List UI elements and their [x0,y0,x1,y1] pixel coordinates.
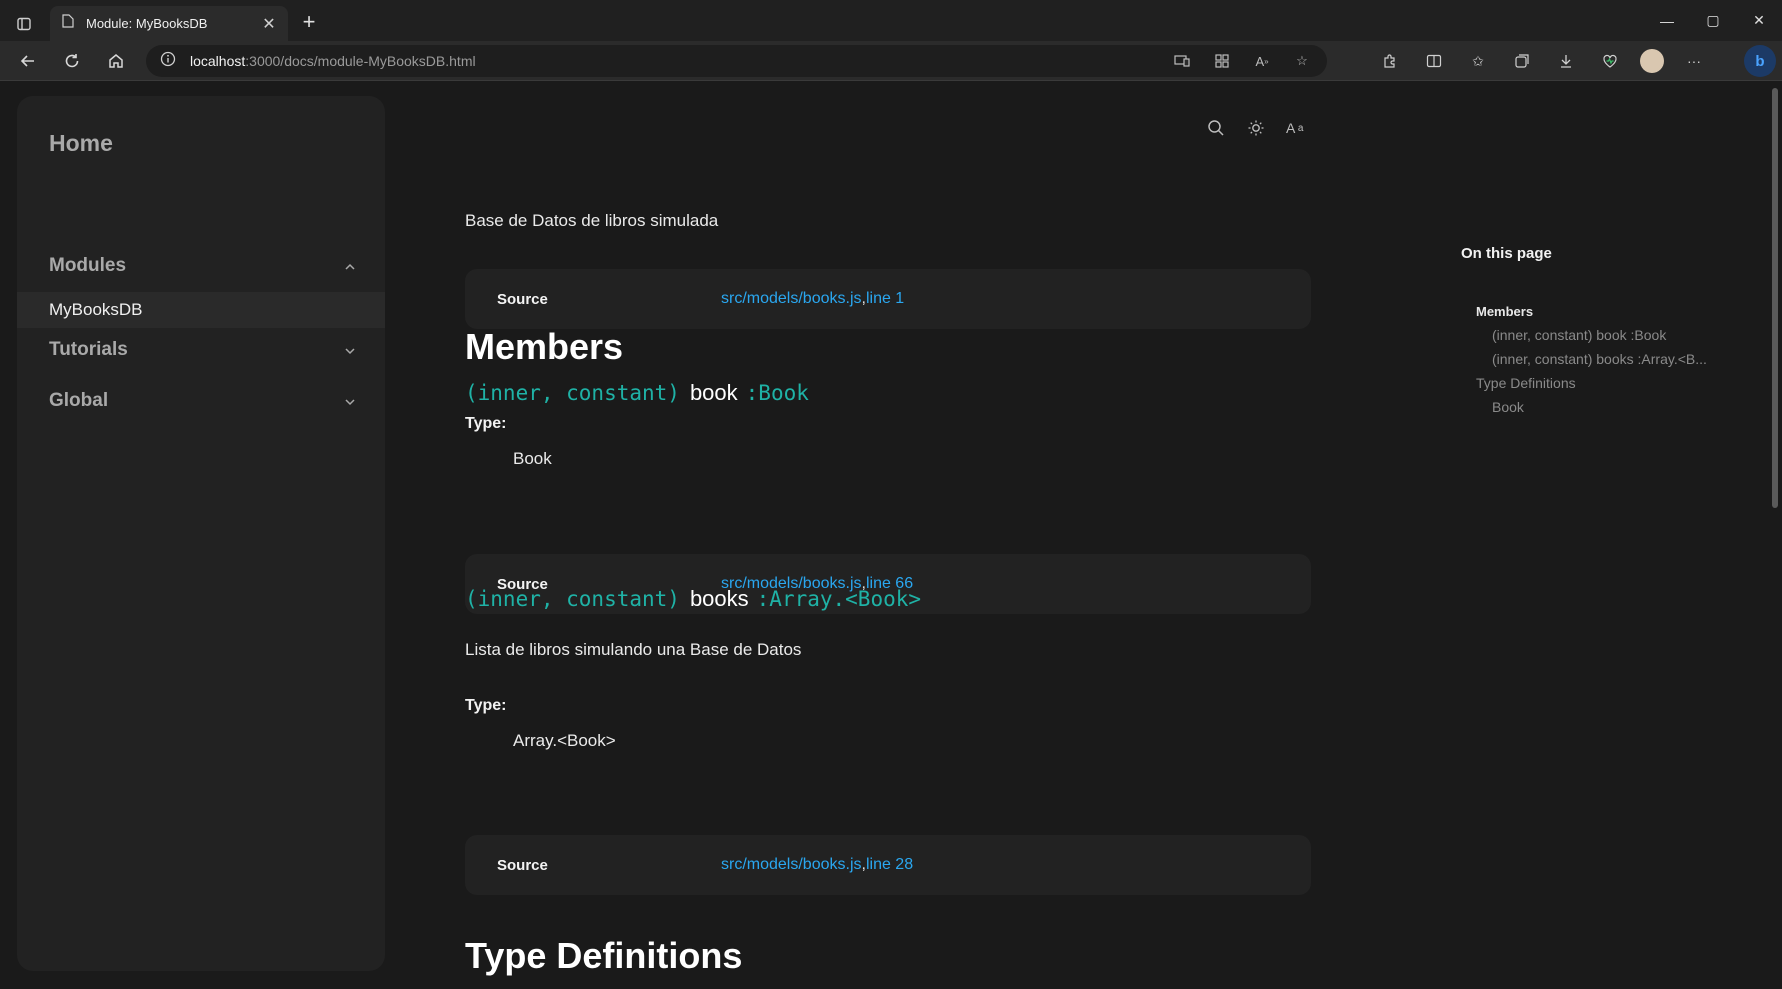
performance-icon[interactable] [1596,47,1624,75]
sidebar-section-tutorials[interactable]: Tutorials [49,335,359,365]
back-icon[interactable] [14,47,42,75]
member-signature-book: (inner, constant) book :Book [465,380,809,406]
sidebar-section-modules[interactable]: Modules [49,251,359,281]
member-description: Lista de libros simulando una Base de Da… [465,640,802,659]
type-value: Array.<Book> [513,731,616,750]
page-scrollbar[interactable] [1772,88,1778,508]
member-attrs: (inner, constant) [465,381,680,405]
new-tab-icon[interactable]: + [296,10,322,36]
downloads-icon[interactable] [1552,47,1580,75]
section-label: Global [49,390,109,411]
window-controls: — ▢ ✕ [1644,0,1782,41]
source-line-link[interactable]: line 28 [866,856,913,873]
section-label: Modules [49,255,127,276]
member-attrs: (inner, constant) [465,587,680,611]
toc-item-book[interactable]: (inner, constant) book :Book [1492,327,1737,343]
collections-icon[interactable] [1508,47,1536,75]
chevron-down-icon [341,394,359,409]
font-size-icon[interactable]: Aa [1286,118,1306,138]
toc-item-books[interactable]: (inner, constant) books :Array.<B... [1492,351,1737,367]
url-host: localhost [190,53,246,69]
sidebar-item-mybooksdb[interactable]: MyBooksDB [17,292,385,328]
member-type-signature: :Book [745,381,809,405]
source-label: Source [497,856,548,874]
type-value: Book [513,449,552,468]
browser-tab[interactable]: Module: MyBooksDB ✕ [50,6,288,41]
source-links: src/models/books.js,line 28 [721,856,913,874]
split-screen-icon[interactable] [1420,47,1448,75]
member-source-box: Source src/models/books.js,line 28 [465,835,1311,895]
toc-item-members[interactable]: Members [1476,304,1533,319]
type-definitions-heading: Type Definitions [465,935,743,976]
docs-page: Home Modules MyBooksDB Tutorials Global [0,82,1782,989]
read-aloud-icon[interactable]: A» [1249,48,1275,74]
favorite-icon[interactable]: ☆ [1289,48,1315,74]
url-path: :3000/docs/module-MyBooksDB.html [245,53,476,69]
member-type-signature: :Array.<Book> [756,587,922,611]
favorites-icon[interactable]: ✩ [1464,47,1492,75]
type-label: Type: [465,697,507,714]
sidebar-section-global[interactable]: Global [49,386,359,416]
apps-icon[interactable] [1209,48,1235,74]
chevron-up-icon [341,259,359,274]
member-name: book [689,380,738,405]
type-label: Type: [465,415,507,432]
module-description: Base de Datos de libros simulada [465,211,719,230]
page-tools: Aa [1206,118,1306,138]
theme-toggle-icon[interactable] [1246,118,1266,138]
module-source-box: Source src/models/books.js,line 1 [465,269,1311,329]
close-window-icon[interactable]: ✕ [1736,0,1782,41]
copilot-icon[interactable]: b [1744,45,1776,77]
home-icon[interactable] [102,47,130,75]
browser-toolbar: localhost:3000/docs/module-MyBooksDB.htm… [0,41,1782,81]
section-label: Tutorials [49,339,128,360]
device-icon[interactable] [1169,48,1195,74]
info-icon[interactable] [160,51,176,72]
source-file-link[interactable]: src/models/books.js [721,290,862,307]
source-label: Source [497,290,548,308]
refresh-icon[interactable] [58,47,86,75]
tab-actions-icon[interactable] [10,10,38,38]
source-file-link[interactable]: src/models/books.js [721,856,862,873]
search-icon[interactable] [1206,118,1226,138]
page-icon [62,14,74,33]
source-line-link[interactable]: line 1 [866,290,904,307]
sidebar: Home Modules MyBooksDB Tutorials Global [17,96,385,971]
more-icon[interactable]: ··· [1680,47,1708,75]
toc-item-typedef-book[interactable]: Book [1492,399,1524,415]
close-tab-icon[interactable]: ✕ [260,14,278,34]
tab-bar: Module: MyBooksDB ✕ + — ▢ ✕ [0,0,1782,41]
profile-avatar[interactable] [1640,49,1664,73]
url-text[interactable]: localhost:3000/docs/module-MyBooksDB.htm… [190,53,476,69]
minimize-icon[interactable]: — [1644,0,1690,41]
extensions-icon[interactable] [1376,47,1404,75]
maximize-icon[interactable]: ▢ [1690,0,1736,41]
member-name: books [689,586,749,611]
tab-title: Module: MyBooksDB [86,16,208,31]
source-links: src/models/books.js,line 1 [721,290,904,308]
extension-icons: ✩ ··· [1376,47,1708,75]
member-signature-books: (inner, constant) books :Array.<Book> [465,586,921,612]
address-bar[interactable]: localhost:3000/docs/module-MyBooksDB.htm… [146,45,1327,77]
toc-title: On this page [1461,245,1552,262]
address-bar-icons: A» ☆ [1169,45,1315,77]
chevron-down-icon [341,343,359,358]
home-link[interactable]: Home [49,130,113,157]
toc-item-type-definitions[interactable]: Type Definitions [1476,375,1576,391]
members-heading: Members [465,326,624,367]
